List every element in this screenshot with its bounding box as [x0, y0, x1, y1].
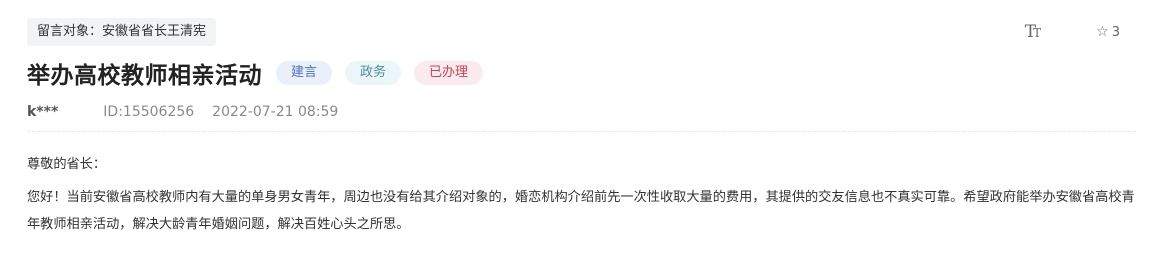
- page-title: 举办高校教师相亲活动: [27, 63, 262, 89]
- message-content: 尊敬的省长： 您好！当前安徽省高校教师内有大量的单身男女青年，周边也没有给其介绍…: [27, 155, 1139, 238]
- message-id: ID:15506256: [103, 104, 195, 120]
- meta-row: k*** ID:15506256 2022-07-21 08:59: [27, 102, 338, 122]
- favorite-button[interactable]: ☆ 3: [1096, 24, 1120, 40]
- favorite-count: 3: [1111, 24, 1120, 40]
- type-badge: 建言: [276, 61, 333, 85]
- salutation: 尊敬的省长：: [27, 157, 107, 172]
- status-badge: 已办理: [414, 61, 484, 85]
- message-body: 您好！当前安徽省高校教师内有大量的单身男女青年，周边也没有给其介绍对象的，婚恋机…: [27, 190, 1135, 232]
- domain-badge: 政务: [345, 61, 402, 85]
- font-size-icon[interactable]: TT: [1025, 22, 1041, 42]
- recipient-tag: 留言对象：安徽省省长王清宪: [27, 18, 217, 46]
- divider: [27, 131, 1136, 132]
- title-row: 举办高校教师相亲活动 建言 政务 已办理: [27, 57, 496, 89]
- recipient-label: 留言对象：安徽省省长王清宪: [37, 24, 207, 39]
- author-name: k***: [27, 104, 59, 120]
- message-datetime: 2022-07-21 08:59: [212, 104, 339, 120]
- toolbar: TT ☆ 3: [1025, 22, 1120, 42]
- star-outline-icon: ☆: [1096, 24, 1109, 40]
